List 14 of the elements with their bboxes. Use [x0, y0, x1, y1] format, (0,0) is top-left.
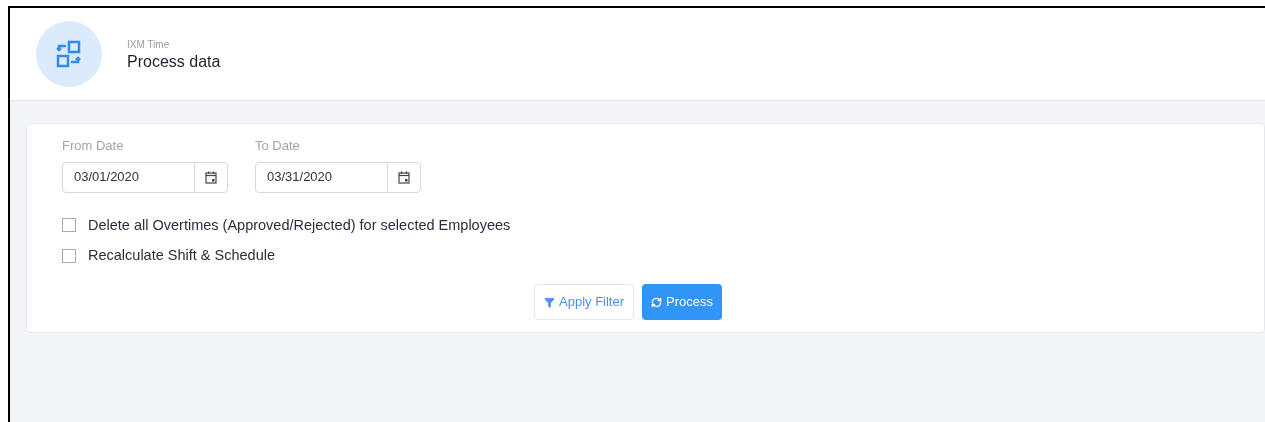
page-title: Process data [127, 51, 221, 72]
calendar-icon [398, 170, 410, 184]
filter-icon [544, 296, 555, 308]
checkbox[interactable] [62, 249, 76, 264]
date-field[interactable]: 03/31/2020 [255, 161, 421, 193]
checkbox-label: Recalculate Shift & Schedule [88, 246, 275, 266]
checkbox[interactable] [62, 218, 76, 233]
field-label: From Date [62, 137, 125, 155]
date-field[interactable]: 03/01/2020 [62, 161, 228, 193]
field-label: To Date [255, 137, 301, 155]
checkbox-label: Delete all Overtimes (Approved/Rejected) for selected Employees [88, 215, 511, 235]
calendar-icon [205, 170, 217, 184]
app-name: IXM Time [127, 37, 171, 52]
refresh-icon [651, 296, 663, 308]
